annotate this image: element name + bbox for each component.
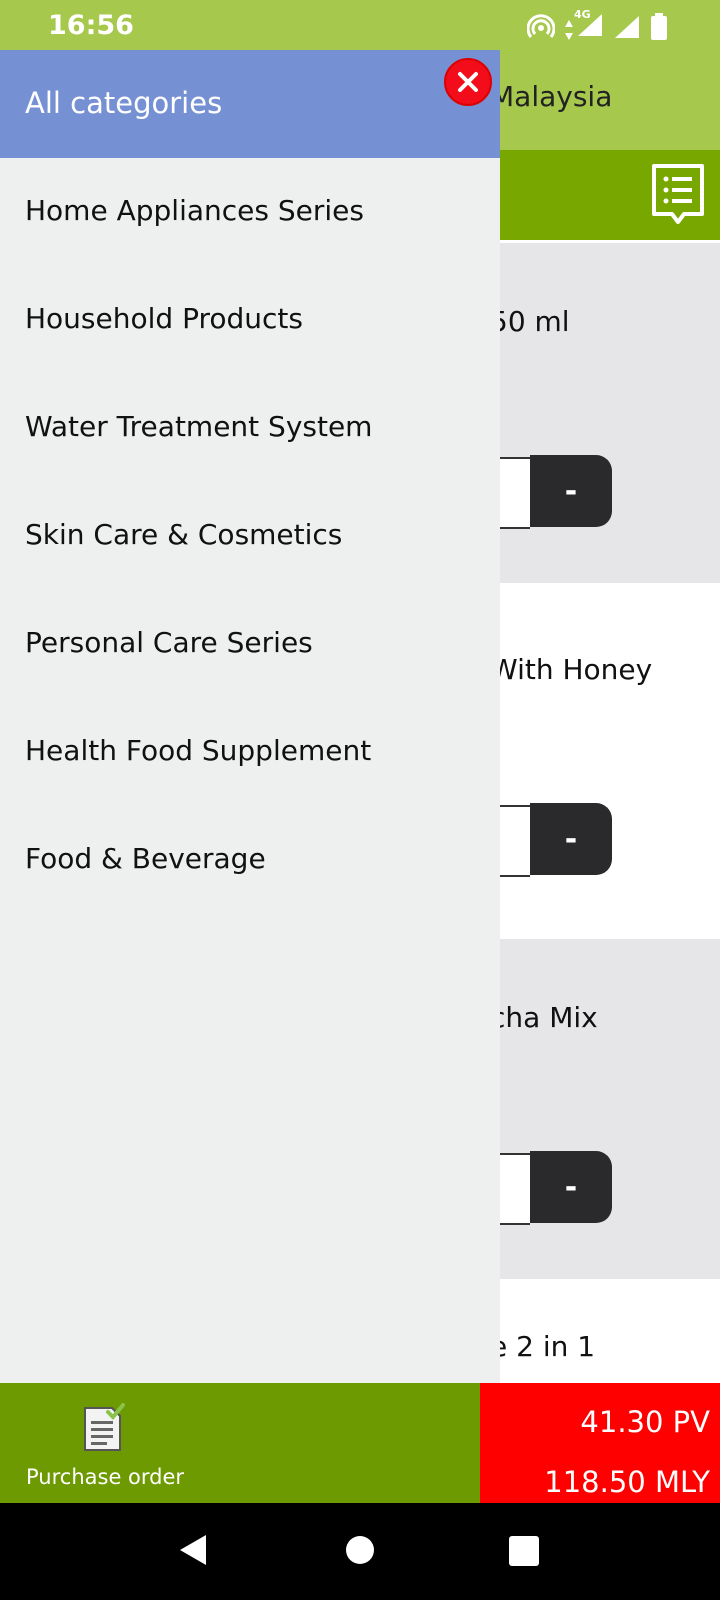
product-name: cha Mix — [490, 1001, 598, 1034]
category-item-food-beverage[interactable]: Food & Beverage — [25, 842, 266, 875]
status-icons: 4G — [527, 8, 668, 42]
all-categories-title[interactable]: All categories — [25, 86, 222, 120]
region-title: Malaysia — [490, 80, 613, 113]
category-item-home-appliances[interactable]: Home Appliances Series — [25, 194, 364, 227]
purchase-order-label: Purchase order — [26, 1465, 185, 1489]
purchase-order-button[interactable]: Purchase order — [0, 1383, 480, 1503]
close-icon — [458, 72, 478, 92]
network-type-icon: 4G — [564, 8, 604, 42]
status-bar: 16:56 4G — [0, 0, 720, 50]
battery-icon — [651, 13, 667, 40]
close-drawer-button[interactable] — [444, 58, 492, 106]
category-item-water-treatment[interactable]: Water Treatment System — [25, 410, 372, 443]
network-label: 4G — [574, 8, 591, 21]
status-time: 16:56 — [48, 10, 134, 41]
total-amount: 118.50 MLY — [544, 1465, 710, 1499]
order-list-icon[interactable] — [650, 162, 706, 228]
category-item-personal-care[interactable]: Personal Care Series — [25, 626, 313, 659]
home-icon[interactable] — [346, 1536, 374, 1564]
hotspot-icon — [527, 14, 555, 38]
signal-icon — [615, 16, 639, 38]
category-item-health-food[interactable]: Health Food Supplement — [25, 734, 371, 767]
product-name: e 2 in 1 — [490, 1330, 596, 1363]
category-drawer: All categories Home Appliances Series Ho… — [0, 50, 500, 1383]
category-item-skin-care[interactable]: Skin Care & Cosmetics — [25, 518, 342, 551]
system-nav-bar — [0, 1503, 720, 1600]
decrease-quantity-button[interactable]: - — [530, 1151, 612, 1223]
product-name: 50 ml — [490, 305, 570, 338]
decrease-quantity-button[interactable]: - — [530, 455, 612, 527]
purchase-order-icon — [84, 1403, 125, 1451]
recent-apps-icon[interactable] — [509, 1536, 539, 1566]
drawer-header: All categories — [0, 50, 500, 158]
back-icon[interactable] — [178, 1533, 208, 1567]
category-item-household-products[interactable]: Household Products — [25, 302, 303, 335]
total-pv: 41.30 PV — [580, 1405, 710, 1439]
decrease-quantity-button[interactable]: - — [530, 803, 612, 875]
product-name: With Honey — [490, 653, 653, 686]
order-total-panel: 41.30 PV 118.50 MLY — [480, 1383, 720, 1503]
